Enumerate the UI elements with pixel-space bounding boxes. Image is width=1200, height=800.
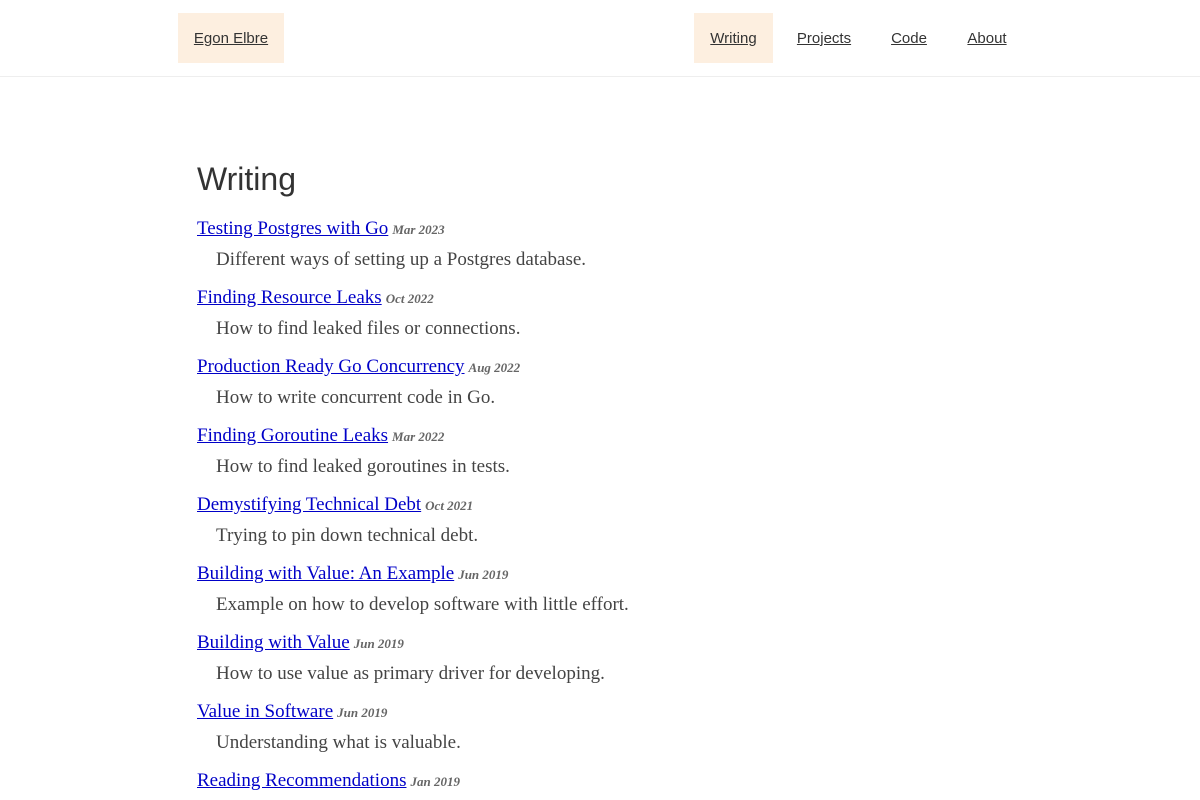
page-title: Writing xyxy=(197,161,296,197)
post-description: How to use value as primary driver for d… xyxy=(216,663,605,684)
post-description: Understanding what is valuable. xyxy=(216,732,461,753)
post-description: How to find leaked goroutines in tests. xyxy=(216,456,510,477)
post-description: How to write concurrent code in Go. xyxy=(216,387,496,408)
nav-writing[interactable]: Writing xyxy=(694,13,773,63)
nav-about[interactable]: About xyxy=(955,13,1019,63)
post-date: Jan 2019 xyxy=(410,774,460,789)
post-item: Finding Goroutine Leaks Mar 2022 How to f… xyxy=(197,424,1017,479)
post-link[interactable]: Demystifying Technical Debt xyxy=(197,494,421,515)
post-description: Different ways of setting up a Postgres … xyxy=(216,249,587,270)
post-link[interactable]: Building with Value: An Example xyxy=(197,563,454,584)
post-item: Finding Resource Leaks Oct 2022 How to fi… xyxy=(197,286,1017,341)
post-description: Trying to pin down technical debt. xyxy=(216,525,479,546)
post-item: Building with Value: An Example Jun 2019 … xyxy=(197,562,1017,617)
post-date: Mar 2023 xyxy=(392,222,445,237)
post-date: Oct 2022 xyxy=(385,291,434,306)
post-link[interactable]: Production Ready Go Concurrency xyxy=(197,356,465,377)
post-link[interactable]: Testing Postgres with Go xyxy=(197,218,388,239)
post-item: Value in Software Jun 2019 Understanding … xyxy=(197,700,1017,755)
nav-projects[interactable]: Projects xyxy=(784,13,864,63)
post-date: Jun 2019 xyxy=(353,636,404,651)
post-link[interactable]: Finding Goroutine Leaks xyxy=(197,425,388,446)
brand-link[interactable]: Egon Elbre xyxy=(178,13,284,63)
post-link[interactable]: Finding Resource Leaks xyxy=(197,287,382,308)
post-date: Oct 2021 xyxy=(425,498,474,513)
nav-code[interactable]: Code xyxy=(878,13,940,63)
post-date: Mar 2022 xyxy=(392,429,445,444)
post-date: Jun 2019 xyxy=(458,567,509,582)
post-item: Reading Recommendations Jan 2019 xyxy=(197,769,1017,793)
post-item: Building with Value Jun 2019 How to use v… xyxy=(197,631,1017,686)
post-link[interactable]: Building with Value xyxy=(197,632,350,653)
post-description: Example on how to develop software with … xyxy=(216,594,629,615)
site-header: Egon Elbre Writing Projects Code About xyxy=(0,0,1200,77)
post-item: Testing Postgres with Go Mar 2023 Differe… xyxy=(197,217,1017,272)
post-date: Aug 2022 xyxy=(468,360,521,375)
post-item: Production Ready Go Concurrency Aug 2022 … xyxy=(197,355,1017,410)
post-date: Jun 2019 xyxy=(337,705,388,720)
post-link[interactable]: Reading Recommendations xyxy=(197,770,406,791)
post-item: Demystifying Technical Debt Oct 2021 Tryi… xyxy=(197,493,1017,548)
post-description: How to find leaked files or connections. xyxy=(216,318,521,339)
post-link[interactable]: Value in Software xyxy=(197,701,333,722)
